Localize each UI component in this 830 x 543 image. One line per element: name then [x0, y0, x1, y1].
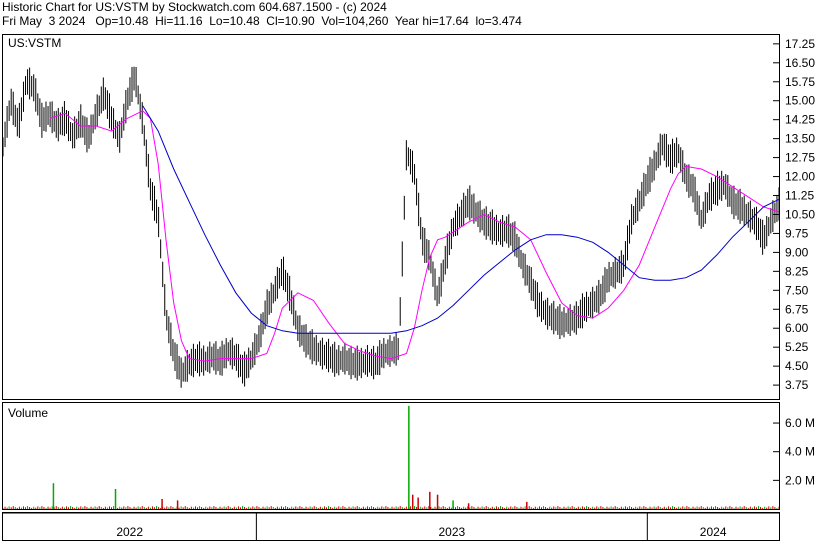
- volume-chart: [3, 405, 779, 509]
- price-tick-label-5: 13.50: [785, 132, 815, 146]
- price-tick-label-1: 16.50: [785, 56, 815, 70]
- price-tick-label-3: 15.00: [785, 94, 815, 108]
- price-tick-label-9: 10.50: [785, 207, 815, 221]
- price-tick-label-10: 9.75: [785, 226, 809, 240]
- price-tick-label-6: 12.75: [785, 151, 815, 165]
- header-quote: Fri May 3 2024 Op=10.48 Hi=11.16 Lo=10.4…: [2, 14, 522, 28]
- price-tick-label-14: 6.75: [785, 302, 809, 316]
- price-tick-label-17: 4.50: [785, 359, 809, 373]
- year-label-2024: 2024: [700, 525, 727, 539]
- price-tick-label-11: 9.00: [785, 245, 809, 259]
- price-tick-label-7: 12.00: [785, 170, 815, 184]
- price-chart: [3, 43, 779, 388]
- price-tick-label-15: 6.00: [785, 321, 809, 335]
- year-label-2023: 2023: [438, 525, 465, 539]
- price-tick-label-8: 11.25: [785, 189, 814, 203]
- price-panel-label: US:VSTM: [8, 36, 62, 50]
- price-panel: US:VSTM: [2, 34, 780, 400]
- moving-average-long-line: [142, 105, 779, 334]
- header-title: Historic Chart for US:VSTM by Stockwatch…: [2, 0, 387, 14]
- time-axis-svg: 2022 2023 2024: [3, 513, 779, 540]
- price-tick-label-13: 7.50: [785, 283, 809, 297]
- year-label-2022: 2022: [116, 525, 143, 539]
- volume-baseline-bars: [3, 506, 779, 509]
- time-axis: 2022 2023 2024: [2, 512, 780, 541]
- price-bars: [3, 66, 779, 388]
- price-tick-label-18: 3.75: [785, 378, 809, 392]
- price-tick-label-2: 15.75: [785, 75, 815, 89]
- chart-header: Historic Chart for US:VSTM by Stockwatch…: [2, 0, 828, 28]
- volume-tick-label-1: 4.0 M: [785, 445, 815, 459]
- price-tick-label-0: 17.25: [785, 37, 815, 51]
- volume-tick-label-2: 2.0 M: [785, 473, 815, 487]
- volume-tick-label-0: 6.0 M: [785, 416, 815, 430]
- price-tick-label-4: 14.25: [785, 113, 815, 127]
- volume-panel-label: Volume: [8, 406, 49, 420]
- volume-panel: Volume: [2, 402, 780, 510]
- y-axis-labels: 17.25 16.50 15.75 15.00 14.25 13.50 12.75 12.00…: [785, 37, 815, 488]
- price-tick-label-12: 8.25: [785, 264, 809, 278]
- price-tick-label-16: 5.25: [785, 340, 809, 354]
